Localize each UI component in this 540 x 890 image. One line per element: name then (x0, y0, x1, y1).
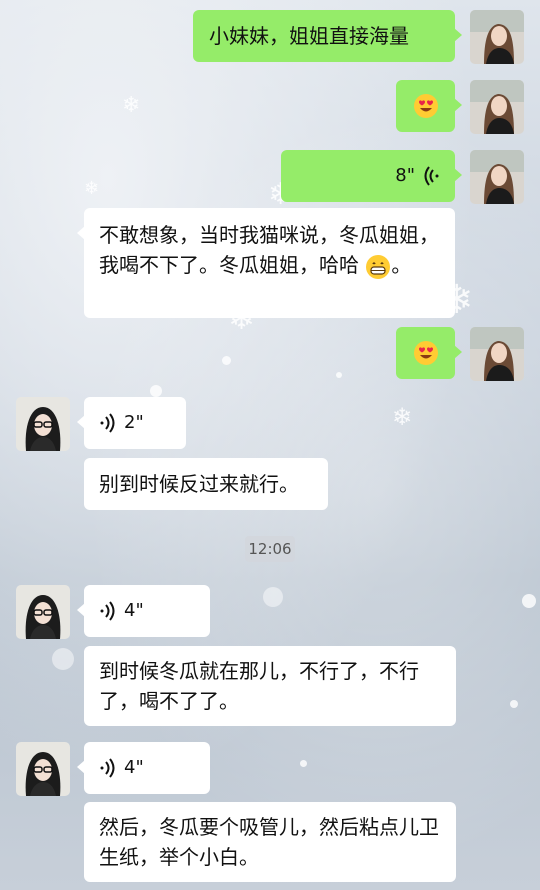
snow-dot (336, 372, 342, 378)
snow-dot (510, 700, 518, 708)
message-bubble[interactable]: 到时候冬瓜就在那儿，不行了，不行了，喝不了了。 (84, 646, 456, 726)
snowflake-icon: ❄ (392, 403, 413, 431)
message-bubble[interactable]: 别到时候反过来就行。 (84, 458, 328, 510)
message-text: 别到时候反过来就行。 (99, 472, 299, 496)
message-bubble[interactable]: 不敢想象，当时我猫咪说，冬瓜姐姐，我喝不下了。冬瓜姐姐，哈哈 。 (77, 208, 455, 318)
voice-duration: 2" (124, 412, 144, 433)
voice-message-bubble[interactable]: 2" (77, 397, 186, 449)
voice-duration: 4" (124, 600, 144, 621)
snow-dot (300, 760, 307, 767)
voice-wave-icon (100, 758, 115, 778)
message-text-tail: 。 (391, 253, 412, 277)
snow-dot (52, 648, 74, 670)
contact-avatar[interactable] (16, 585, 70, 639)
snow-dot (222, 356, 231, 365)
message-bubble[interactable]: 小妹妹，姐姐直接海量 (193, 10, 462, 62)
voice-message-bubble[interactable]: 4" (77, 585, 210, 637)
grinning-emoji-icon (366, 254, 391, 279)
message-bubble[interactable] (396, 327, 462, 379)
voice-message-bubble[interactable]: 8" (281, 150, 462, 202)
heart-eyes-emoji-icon (413, 94, 438, 118)
message-bubble[interactable]: 然后，冬瓜要个吸管儿，然后粘点儿卫生纸，举个小白。 (84, 802, 456, 882)
voice-wave-icon (100, 413, 115, 433)
snow-dot (263, 587, 283, 607)
message-text: 小妹妹，姐姐直接海量 (209, 24, 409, 48)
voice-duration: 8" (395, 165, 415, 186)
my-avatar[interactable] (470, 327, 524, 381)
voice-duration: 4" (124, 757, 144, 778)
contact-avatar[interactable] (16, 742, 70, 796)
message-text: 然后，冬瓜要个吸管儿，然后粘点儿卫生纸，举个小白。 (99, 815, 439, 869)
timestamp: 12:06 (245, 536, 295, 562)
voice-wave-icon (424, 166, 439, 186)
message-text: 到时候冬瓜就在那儿，不行了，不行了，喝不了了。 (99, 659, 419, 713)
heart-eyes-emoji-icon (413, 341, 438, 365)
contact-avatar[interactable] (16, 397, 70, 451)
my-avatar[interactable] (470, 10, 524, 64)
my-avatar[interactable] (470, 150, 524, 204)
snowflake-icon: ❄ (122, 93, 141, 118)
my-avatar[interactable] (470, 80, 524, 134)
message-bubble[interactable] (396, 80, 462, 132)
snow-dot (522, 594, 536, 608)
snowflake-icon: ❄ (84, 178, 100, 199)
snow-dot (150, 385, 162, 397)
voice-wave-icon (100, 601, 115, 621)
voice-message-bubble[interactable]: 4" (77, 742, 210, 794)
